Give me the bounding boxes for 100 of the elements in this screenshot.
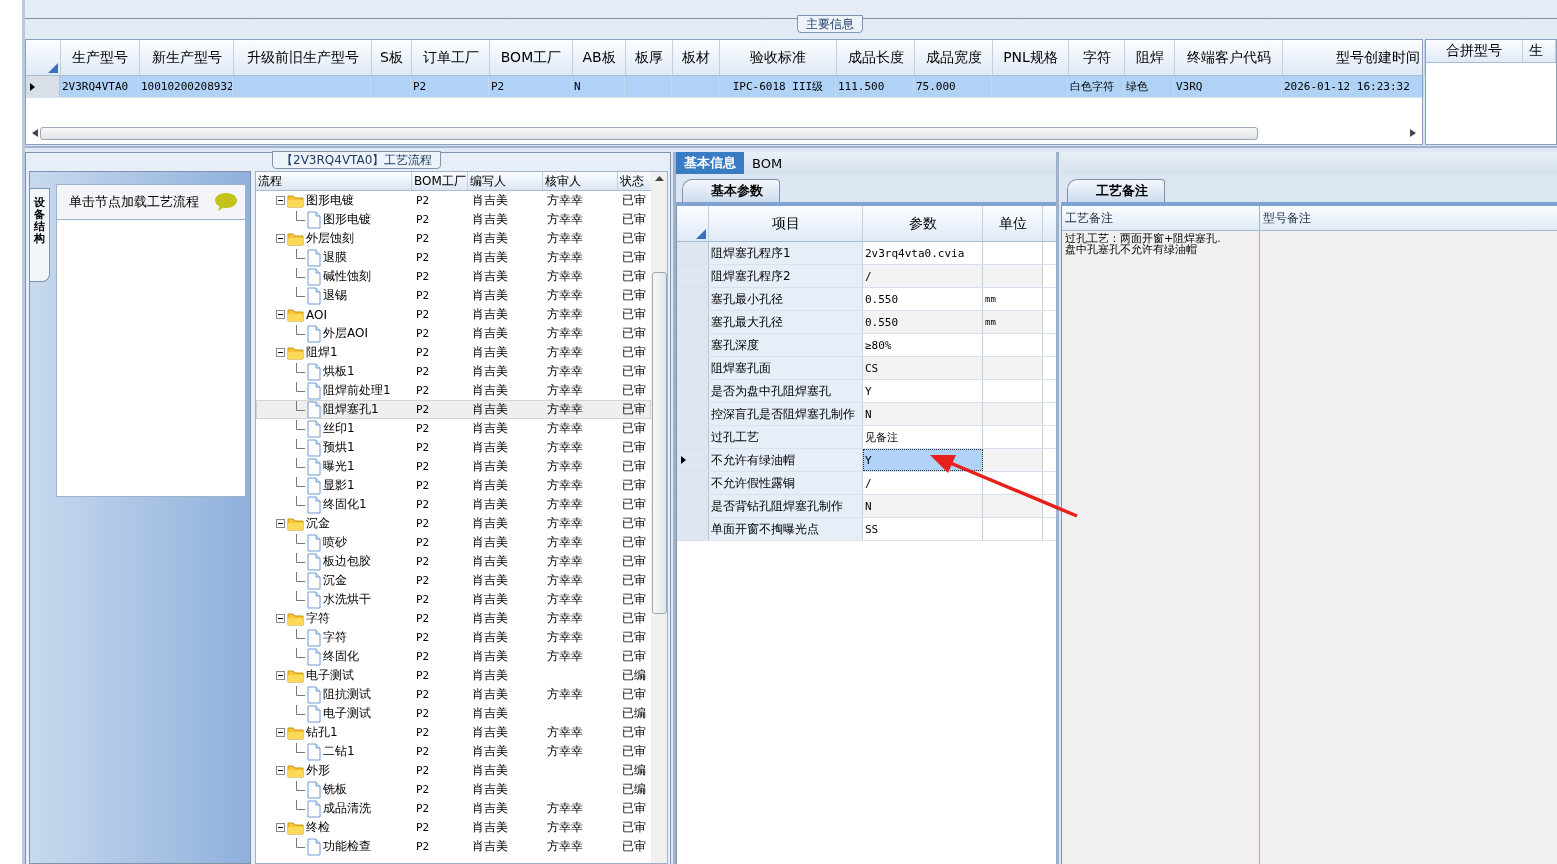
- tree-row[interactable]: 外形 P2 肖吉美 已编: [256, 761, 651, 780]
- tree-row[interactable]: 烘板1 P2 肖吉美 方幸幸 已审: [256, 362, 651, 381]
- tree-row[interactable]: 丝印1 P2 肖吉美 方幸幸 已审: [256, 419, 651, 438]
- collapse-icon[interactable]: [276, 234, 285, 243]
- scrollbar-thumb[interactable]: [651, 272, 667, 614]
- column-header[interactable]: 成品长度: [837, 40, 915, 75]
- parameter-row[interactable]: 是否背钻孔阻焊塞孔制作 N: [677, 495, 1056, 518]
- column-header[interactable]: BOM工厂: [490, 40, 573, 75]
- sub-tab[interactable]: 工艺备注: [1067, 179, 1165, 202]
- column-header[interactable]: 项目: [709, 206, 863, 241]
- parameter-row[interactable]: 是否为盘中孔阻焊塞孔 Y: [677, 380, 1056, 403]
- column-header[interactable]: 订单工厂: [412, 40, 490, 75]
- tree-row[interactable]: 板边包胶 P2 肖吉美 方幸幸 已审: [256, 552, 651, 571]
- tree-row[interactable]: 成品清洗 P2 肖吉美 方幸幸 已审: [256, 799, 651, 818]
- column-header[interactable]: 板厚: [626, 40, 673, 75]
- column-header[interactable]: 阻焊: [1125, 40, 1175, 75]
- tree-row[interactable]: 沉金 P2 肖吉美 方幸幸 已审: [256, 514, 651, 533]
- collapse-icon[interactable]: [276, 348, 285, 357]
- tree-row[interactable]: 电子测试 P2 肖吉美 已编: [256, 666, 651, 685]
- tree-row[interactable]: 图形电镀 P2 肖吉美 方幸幸 已审: [256, 210, 651, 229]
- table-cell: 是否为盘中孔阻焊塞孔: [711, 382, 831, 400]
- column-header[interactable]: PNL规格: [993, 40, 1069, 75]
- parameter-row[interactable]: 塞孔最小孔径 0.550 mm: [677, 288, 1056, 311]
- column-header[interactable]: 合拼型号: [1426, 40, 1523, 62]
- table-cell: 不允许有绿油帽: [711, 451, 795, 469]
- side-tab[interactable]: 设备结构: [30, 188, 50, 282]
- collapse-icon[interactable]: [276, 519, 285, 528]
- tree-row[interactable]: 铣板 P2 肖吉美 已编: [256, 780, 651, 799]
- table-cell: 控深盲孔是否阻焊塞孔制作: [711, 405, 855, 423]
- tree-row[interactable]: 终固化1 P2 肖吉美 方幸幸 已审: [256, 495, 651, 514]
- collapse-icon[interactable]: [276, 728, 285, 737]
- parameter-row[interactable]: 阻焊塞孔程序1 2v3rq4vta0.cvia: [677, 242, 1056, 265]
- collapse-icon[interactable]: [276, 671, 285, 680]
- tree-row[interactable]: 终固化 P2 肖吉美 方幸幸 已审: [256, 647, 651, 666]
- table-cell: 方幸幸: [547, 629, 583, 646]
- tree-row[interactable]: 退膜 P2 肖吉美 方幸幸 已审: [256, 248, 651, 267]
- collapse-icon[interactable]: [276, 310, 285, 319]
- parameter-row[interactable]: 不允许假性露铜 /: [677, 472, 1056, 495]
- parameter-row[interactable]: 阻焊塞孔程序2 /: [677, 265, 1056, 288]
- tree-row[interactable]: 图形电镀 P2 肖吉美 方幸幸 已审: [256, 191, 651, 210]
- parameter-row[interactable]: 不允许有绿油帽 Y: [677, 449, 1056, 472]
- collapse-icon[interactable]: [276, 614, 285, 623]
- tree-row[interactable]: 阻焊塞孔1 P2 肖吉美 方幸幸 已审: [256, 400, 651, 419]
- tree-row[interactable]: 阻抗测试 P2 肖吉美 方幸幸 已审: [256, 685, 651, 704]
- column-header[interactable]: 字符: [1069, 40, 1125, 75]
- sub-tab[interactable]: 基本参数: [682, 179, 780, 202]
- collapse-icon[interactable]: [276, 823, 285, 832]
- parameter-row[interactable]: 阻焊塞孔面 CS: [677, 357, 1056, 380]
- parameter-row[interactable]: 塞孔最大孔径 0.550 mm: [677, 311, 1056, 334]
- column-header[interactable]: S板: [372, 40, 412, 75]
- tree-row[interactable]: AOI P2 肖吉美 方幸幸 已审: [256, 305, 651, 324]
- tree-row[interactable]: 钻孔1 P2 肖吉美 方幸幸 已审: [256, 723, 651, 742]
- column-header[interactable]: AB板: [573, 40, 626, 75]
- column-header[interactable]: 升级前旧生产型号: [234, 40, 372, 75]
- scroll-left-icon[interactable]: [32, 129, 38, 137]
- parameter-row[interactable]: 控深盲孔是否阻焊塞孔制作 N: [677, 403, 1056, 426]
- column-header[interactable]: 板材: [673, 40, 720, 75]
- column-header[interactable]: 参数: [863, 206, 983, 241]
- column-header[interactable]: 成品宽度: [915, 40, 993, 75]
- tree-row[interactable]: 字符 P2 肖吉美 方幸幸 已审: [256, 609, 651, 628]
- collapse-icon[interactable]: [276, 766, 285, 775]
- column-header[interactable]: 工艺备注: [1062, 206, 1260, 230]
- column-header[interactable]: 流程: [256, 172, 412, 190]
- collapse-icon[interactable]: [276, 196, 285, 205]
- scroll-right-icon[interactable]: [1410, 129, 1416, 137]
- tree-row[interactable]: 外层AOI P2 肖吉美 方幸幸 已审: [256, 324, 651, 343]
- tree-row[interactable]: 电子测试 P2 肖吉美 已编: [256, 704, 651, 723]
- tab[interactable]: 基本信息: [676, 152, 744, 174]
- column-header[interactable]: 编写人: [468, 172, 543, 190]
- tree-row[interactable]: 喷砂 P2 肖吉美 方幸幸 已审: [256, 533, 651, 552]
- tree-row[interactable]: 功能检查 P2 肖吉美 方幸幸 已审: [256, 837, 651, 856]
- tab[interactable]: BOM: [744, 152, 791, 174]
- table-row[interactable]: 2V3RQ4VTA0 10010200208932 P2 P2 N IPC-6018 III级 111.500 75.000 白色字符 绿色 V3RQ 2026-01-12 16:23:32: [26, 76, 1422, 98]
- column-header[interactable]: 生产型号: [61, 40, 140, 75]
- column-header[interactable]: 终端客户代码: [1175, 40, 1283, 75]
- tree-row[interactable]: 显影1 P2 肖吉美 方幸幸 已审: [256, 476, 651, 495]
- tree-row[interactable]: 阻焊1 P2 肖吉美 方幸幸 已审: [256, 343, 651, 362]
- column-header[interactable]: 核审人: [543, 172, 618, 190]
- column-header[interactable]: BOM工厂: [412, 172, 468, 190]
- parameter-row[interactable]: 塞孔深度 ≥80%: [677, 334, 1056, 357]
- tree-row[interactable]: 预烘1 P2 肖吉美 方幸幸 已审: [256, 438, 651, 457]
- column-header[interactable]: 新生产型号: [140, 40, 234, 75]
- column-header[interactable]: 型号备注: [1260, 206, 1557, 230]
- scrollbar-thumb[interactable]: [40, 126, 1258, 140]
- tree-row[interactable]: 字符 P2 肖吉美 方幸幸 已审: [256, 628, 651, 647]
- parameter-row[interactable]: 单面开窗不掏曝光点 SS: [677, 518, 1056, 541]
- tree-row[interactable]: 退锡 P2 肖吉美 方幸幸 已审: [256, 286, 651, 305]
- tree-row[interactable]: 水洗烘干 P2 肖吉美 方幸幸 已审: [256, 590, 651, 609]
- column-header[interactable]: 验收标准: [720, 40, 837, 75]
- tree-row[interactable]: 碱性蚀刻 P2 肖吉美 方幸幸 已审: [256, 267, 651, 286]
- tree-row[interactable]: 阻焊前处理1 P2 肖吉美 方幸幸 已审: [256, 381, 651, 400]
- column-header[interactable]: 单位: [983, 206, 1043, 241]
- tree-row[interactable]: 二钻1 P2 肖吉美 方幸幸 已审: [256, 742, 651, 761]
- tree-row[interactable]: 外层蚀刻 P2 肖吉美 方幸幸 已审: [256, 229, 651, 248]
- tree-row[interactable]: 沉金 P2 肖吉美 方幸幸 已审: [256, 571, 651, 590]
- tree-row[interactable]: 终检 P2 肖吉美 方幸幸 已审: [256, 818, 651, 837]
- parameter-row[interactable]: 过孔工艺 见备注: [677, 426, 1056, 449]
- group-title: 【2V3RQ4VTA0】工艺流程: [272, 151, 442, 169]
- tree-row[interactable]: 曝光1 P2 肖吉美 方幸幸 已审: [256, 457, 651, 476]
- column-header[interactable]: 生: [1523, 40, 1556, 62]
